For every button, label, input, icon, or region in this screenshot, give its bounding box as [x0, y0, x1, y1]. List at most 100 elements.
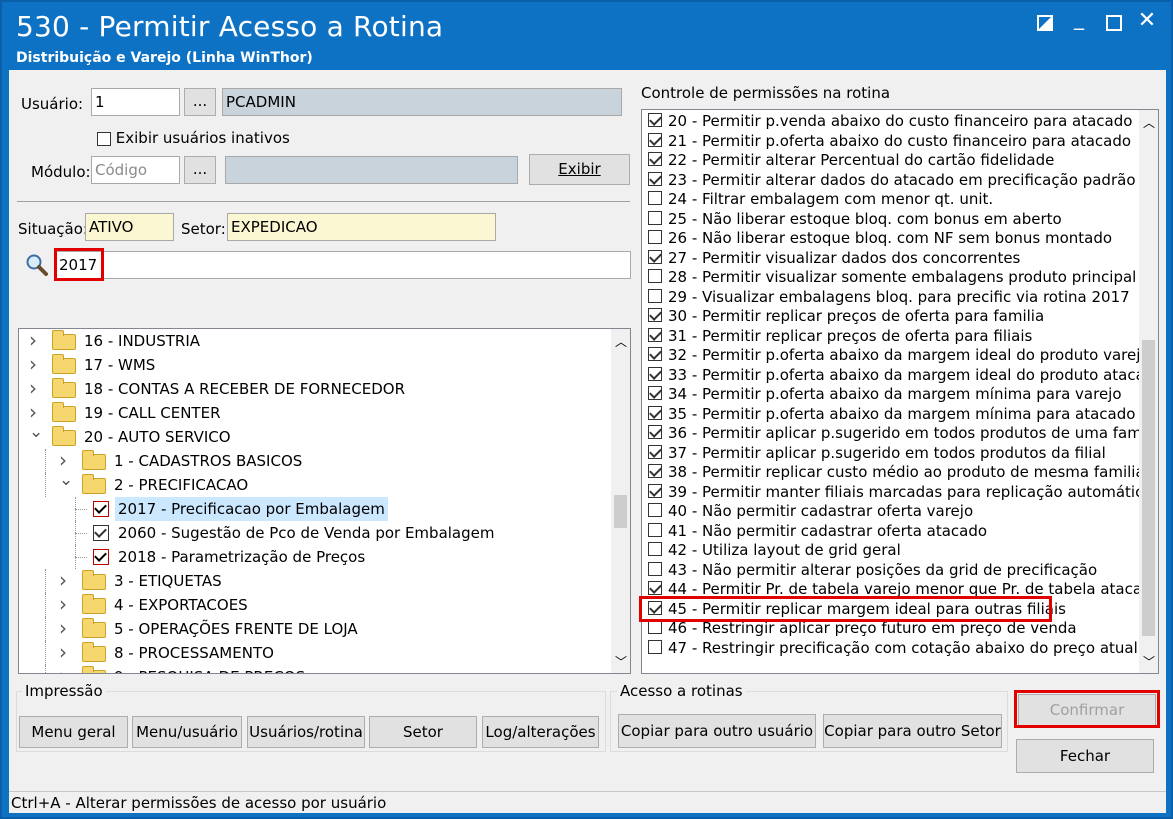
minimize-icon[interactable]: _ — [1064, 6, 1094, 30]
display-button[interactable]: Exibir — [529, 154, 630, 185]
chevron-right-icon[interactable]: › — [59, 640, 67, 664]
permission-checkbox[interactable] — [648, 269, 662, 283]
permission-item[interactable]: 20 - Permitir p.venda abaixo do custo fi… — [648, 112, 1132, 132]
tree-folder-node[interactable]: › 8 - PROCESSAMENTO — [19, 640, 609, 665]
permission-checkbox[interactable] — [648, 230, 662, 244]
scroll-down-icon[interactable]: ﹀ — [615, 653, 627, 670]
permission-checkbox[interactable] — [648, 171, 662, 186]
scroll-up-icon[interactable]: ︿ — [615, 333, 627, 350]
tree-leaf-routine[interactable]: 2018 - Parametrização de Preços — [19, 545, 609, 569]
chevron-right-icon[interactable]: › — [59, 568, 67, 592]
permission-item[interactable]: 38 - Permitir replicar custo médio ao pr… — [648, 463, 1145, 483]
permission-item[interactable]: 41 - Não permitir cadastrar oferta ataca… — [648, 522, 987, 542]
tree-scroll-thumb[interactable] — [614, 495, 627, 528]
permission-checkbox[interactable] — [648, 386, 662, 400]
permission-checkbox[interactable] — [648, 561, 662, 576]
routine-tree[interactable]: › 16 - INDUSTRIA › 17 - WMS › 18 - CONTAS A R… — [18, 328, 631, 674]
permission-checkbox[interactable] — [648, 483, 662, 498]
permission-item[interactable]: 34 - Permitir p.oferta abaixo da margem … — [648, 385, 1122, 405]
maximize-icon[interactable] — [1099, 12, 1129, 36]
permission-checkbox[interactable] — [648, 620, 662, 634]
tree-leaf-routine[interactable]: 2060 - Sugestão de Pco de Venda por Emba… — [19, 521, 609, 545]
perm-scroll-up-icon[interactable]: ︿ — [1143, 114, 1155, 131]
permission-item[interactable]: 32 - Permitir p.oferta abaixo da margem … — [648, 346, 1150, 366]
tree-scrollbar[interactable]: ︿ ﹀ — [611, 329, 630, 673]
close-button[interactable]: Fechar — [1016, 739, 1154, 773]
tree-folder-node[interactable]: › 3 - ETIQUETAS — [19, 568, 609, 593]
permission-checkbox[interactable] — [648, 113, 662, 127]
permission-checkbox[interactable] — [648, 152, 662, 166]
tree-folder-node[interactable]: › 1 - CADASTROS BASICOS — [19, 448, 609, 473]
permission-item[interactable]: 40 - Não permitir cadastrar oferta varej… — [648, 502, 973, 522]
permission-item[interactable]: 23 - Permitir alterar dados do atacado e… — [648, 171, 1136, 191]
close-icon[interactable]: ✕ — [1132, 8, 1162, 33]
tree-folder-node[interactable]: › 19 - CALL CENTER — [19, 400, 609, 425]
routine-checkbox[interactable] — [93, 549, 109, 565]
permission-item[interactable]: 31 - Permitir replicar preços de oferta … — [648, 327, 1032, 347]
print-log-button[interactable]: Log/alterações — [482, 716, 599, 748]
tree-folder-node[interactable]: › 18 - CONTAS A RECEBER DE FORNECEDOR — [19, 376, 609, 401]
chevron-right-icon[interactable]: › — [29, 329, 37, 352]
print-users-routine-button[interactable]: Usuários/rotina — [247, 716, 365, 748]
show-inactive-box[interactable] — [97, 131, 111, 146]
tree-folder-node[interactable]: ⌄ 2 - PRECIFICACAO — [19, 470, 609, 497]
permission-checkbox[interactable] — [648, 639, 662, 654]
permission-checkbox[interactable] — [648, 210, 662, 225]
permission-item[interactable]: 21 - Permitir p.oferta abaixo do custo f… — [648, 132, 1131, 152]
perm-scroll-down-icon[interactable]: ﹀ — [1143, 653, 1155, 670]
user-browse-button[interactable]: ... — [184, 88, 216, 116]
permission-checkbox[interactable] — [648, 425, 662, 439]
tree-folder-node[interactable]: › 17 - WMS — [19, 352, 609, 377]
permission-checkbox[interactable] — [648, 444, 662, 459]
user-code-input[interactable]: 1 — [91, 88, 180, 116]
permission-checkbox[interactable] — [648, 191, 662, 205]
copy-to-sector-button[interactable]: Copiar para outro Setor — [823, 714, 1002, 748]
tree-folder-node[interactable]: ⌄ 20 - AUTO SERVICO — [19, 422, 609, 449]
permission-checkbox[interactable] — [648, 288, 662, 303]
tree-leaf-routine[interactable]: 2017 - Precificacao por Embalagem — [19, 497, 609, 521]
print-sector-button[interactable]: Setor — [369, 716, 477, 748]
permissions-scrollbar[interactable]: ︿ ﹀ — [1139, 110, 1158, 673]
permission-item[interactable]: 33 - Permitir p.oferta abaixo da margem … — [648, 366, 1154, 386]
permission-item[interactable]: 25 - Não liberar estoque bloq. com bonus… — [648, 210, 1062, 230]
permission-item[interactable]: 47 - Restringir precificação com cotação… — [648, 639, 1138, 659]
chevron-right-icon[interactable]: › — [29, 376, 37, 400]
perm-scroll-thumb[interactable] — [1142, 340, 1155, 636]
permission-item[interactable]: 30 - Permitir replicar preços de oferta … — [648, 307, 1044, 327]
chevron-right-icon[interactable]: › — [59, 592, 67, 616]
tree-folder-node[interactable]: › 16 - INDUSTRIA — [19, 329, 609, 353]
permission-checkbox[interactable] — [648, 327, 662, 342]
title-bar[interactable]: 530 - Permitir Acesso a Rotina Distribui… — [2, 2, 1171, 70]
chevron-right-icon[interactable]: › — [59, 616, 67, 640]
permission-checkbox[interactable] — [648, 522, 662, 537]
permission-item[interactable]: 37 - Permitir aplicar p.sugerido em todo… — [648, 444, 1106, 464]
permission-checkbox[interactable] — [648, 249, 662, 264]
chevron-right-icon[interactable]: › — [59, 664, 67, 673]
permission-item[interactable]: 24 - Filtrar embalagem com menor qt. uni… — [648, 190, 993, 210]
search-input[interactable]: 2017 — [55, 251, 631, 279]
routine-checkbox[interactable] — [93, 501, 109, 517]
permission-item[interactable]: 28 - Permitir visualizar somente embalag… — [648, 268, 1136, 288]
chevron-down-icon[interactable]: ⌄ — [29, 420, 43, 444]
permission-item[interactable]: 26 - Não liberar estoque bloq. com NF se… — [648, 229, 1112, 249]
permission-checkbox[interactable] — [648, 405, 662, 420]
permission-item[interactable]: 39 - Permitir manter filiais marcadas pa… — [648, 483, 1153, 503]
permission-item[interactable]: 35 - Permitir p.oferta abaixo da margem … — [648, 405, 1135, 425]
permission-item[interactable]: 42 - Utiliza layout de grid geral — [648, 541, 901, 561]
permission-item[interactable]: 43 - Não permitir alterar posições da gr… — [648, 561, 1097, 581]
permissions-list[interactable]: 20 - Permitir p.venda abaixo do custo fi… — [641, 109, 1159, 674]
permission-item[interactable]: 36 - Permitir aplicar p.sugerido em todo… — [648, 424, 1158, 444]
permission-checkbox[interactable] — [648, 308, 662, 322]
permission-checkbox[interactable] — [648, 503, 662, 517]
permission-checkbox[interactable] — [648, 581, 662, 595]
permission-item[interactable]: 27 - Permitir visualizar dados dos conco… — [648, 249, 1020, 269]
tree-folder-node[interactable]: › 4 - EXPORTACOES — [19, 592, 609, 617]
module-code-input[interactable]: Código — [91, 156, 180, 184]
permission-checkbox[interactable] — [648, 542, 662, 556]
chevron-down-icon[interactable]: ⌄ — [59, 468, 73, 492]
permission-checkbox[interactable] — [648, 132, 662, 147]
routine-checkbox[interactable] — [93, 525, 109, 541]
permission-checkbox[interactable] — [648, 347, 662, 361]
permission-item[interactable]: 29 - Visualizar embalagens bloq. para pr… — [648, 288, 1130, 308]
permission-checkbox[interactable] — [648, 366, 662, 381]
